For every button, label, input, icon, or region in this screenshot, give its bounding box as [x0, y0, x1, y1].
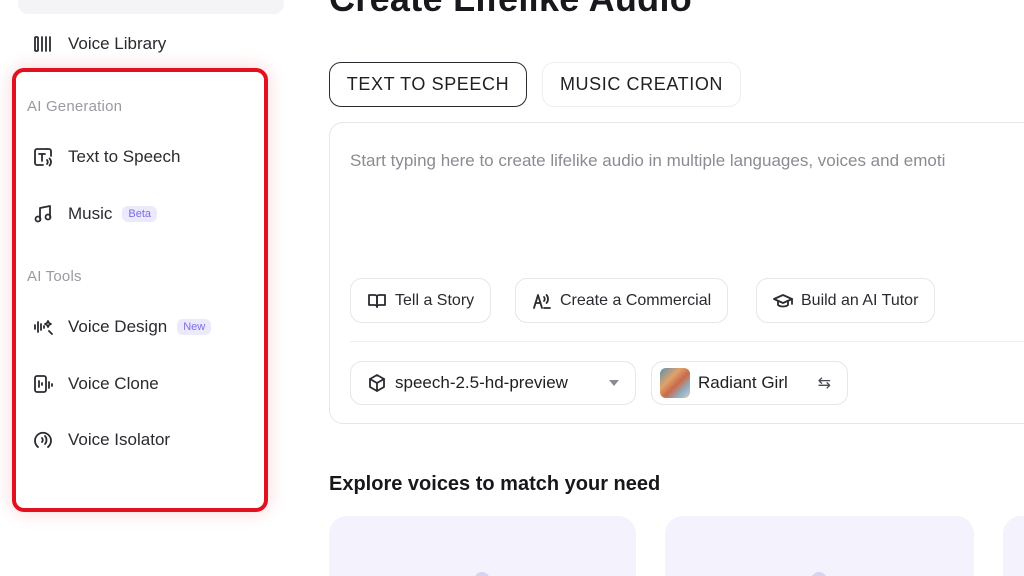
page-title: Create Lifelike Audio — [329, 0, 692, 20]
sidebar-item-music[interactable]: Music Beta — [32, 198, 158, 230]
sidebar-item-label: Voice Clone — [68, 374, 159, 393]
editor-placeholder[interactable]: Start typing here to create lifelike aud… — [350, 151, 945, 171]
sidebar-item-label: Voice Isolator — [68, 430, 171, 449]
card-icon — [811, 572, 827, 576]
sidebar-item-text-to-speech[interactable]: Text to Speech — [32, 141, 180, 173]
editor-divider — [350, 341, 1024, 342]
voice-isolator-icon — [32, 429, 54, 451]
text-to-speech-icon — [32, 146, 54, 168]
voice-clone-icon — [32, 373, 54, 395]
voice-select-value: Radiant Girl — [698, 373, 788, 392]
sidebar-item-voice-library[interactable]: Voice Library — [32, 28, 166, 60]
prompt-label: Build an AI Tutor — [801, 291, 919, 309]
commercial-icon — [533, 293, 551, 309]
sidebar-item-label: Voice Design — [68, 317, 168, 336]
tab-music-creation[interactable]: MUSIC CREATION — [542, 62, 741, 107]
voice-design-icon — [32, 316, 54, 338]
tab-text-to-speech[interactable]: TEXT TO SPEECH — [329, 62, 527, 107]
prompt-label: Create a Commercial — [560, 291, 712, 309]
voice-card[interactable] — [665, 516, 974, 576]
cube-icon — [369, 374, 385, 392]
prompt-build-ai-tutor-button[interactable]: Build an AI Tutor — [756, 278, 936, 323]
section-title-ai-tools: AI Tools — [27, 268, 82, 285]
music-note-icon — [32, 203, 54, 225]
prompt-tell-a-story-button[interactable]: Tell a Story — [350, 278, 492, 323]
sidebar-item-voice-clone[interactable]: Voice Clone — [32, 368, 159, 400]
swap-icon[interactable]: ⇆ — [818, 373, 831, 393]
voice-card[interactable] — [1003, 516, 1024, 576]
prompt-label: Tell a Story — [395, 291, 475, 309]
text-editor[interactable]: Start typing here to create lifelike aud… — [329, 122, 1024, 424]
model-select-value: speech-2.5-hd-preview — [395, 373, 568, 392]
sidebar-top-item[interactable] — [18, 0, 284, 14]
sidebar-item-voice-design[interactable]: Voice Design New — [32, 311, 212, 343]
sidebar: Voice Library AI Generation Text to Spee… — [0, 0, 300, 576]
prompt-create-commercial-button[interactable]: Create a Commercial — [515, 278, 729, 323]
new-badge: New — [177, 319, 212, 335]
voice-card[interactable] — [329, 516, 636, 576]
voice-avatar — [660, 368, 690, 398]
voice-select[interactable]: Radiant Girl ⇆ — [651, 361, 848, 405]
explore-voices-heading: Explore voices to match your need — [329, 473, 661, 495]
sidebar-item-voice-isolator[interactable]: Voice Isolator — [32, 424, 170, 456]
card-icon — [474, 572, 490, 576]
chevron-down-icon — [609, 380, 619, 386]
voice-library-icon — [32, 33, 54, 55]
book-icon — [368, 293, 386, 308]
graduation-cap-icon — [773, 293, 793, 307]
sidebar-item-label: Music — [68, 204, 113, 223]
section-title-ai-generation: AI Generation — [27, 98, 123, 115]
beta-badge: Beta — [122, 206, 158, 222]
sidebar-item-label: Text to Speech — [68, 147, 181, 166]
sidebar-item-label: Voice Library — [68, 34, 167, 53]
model-select[interactable]: speech-2.5-hd-preview — [350, 361, 636, 405]
